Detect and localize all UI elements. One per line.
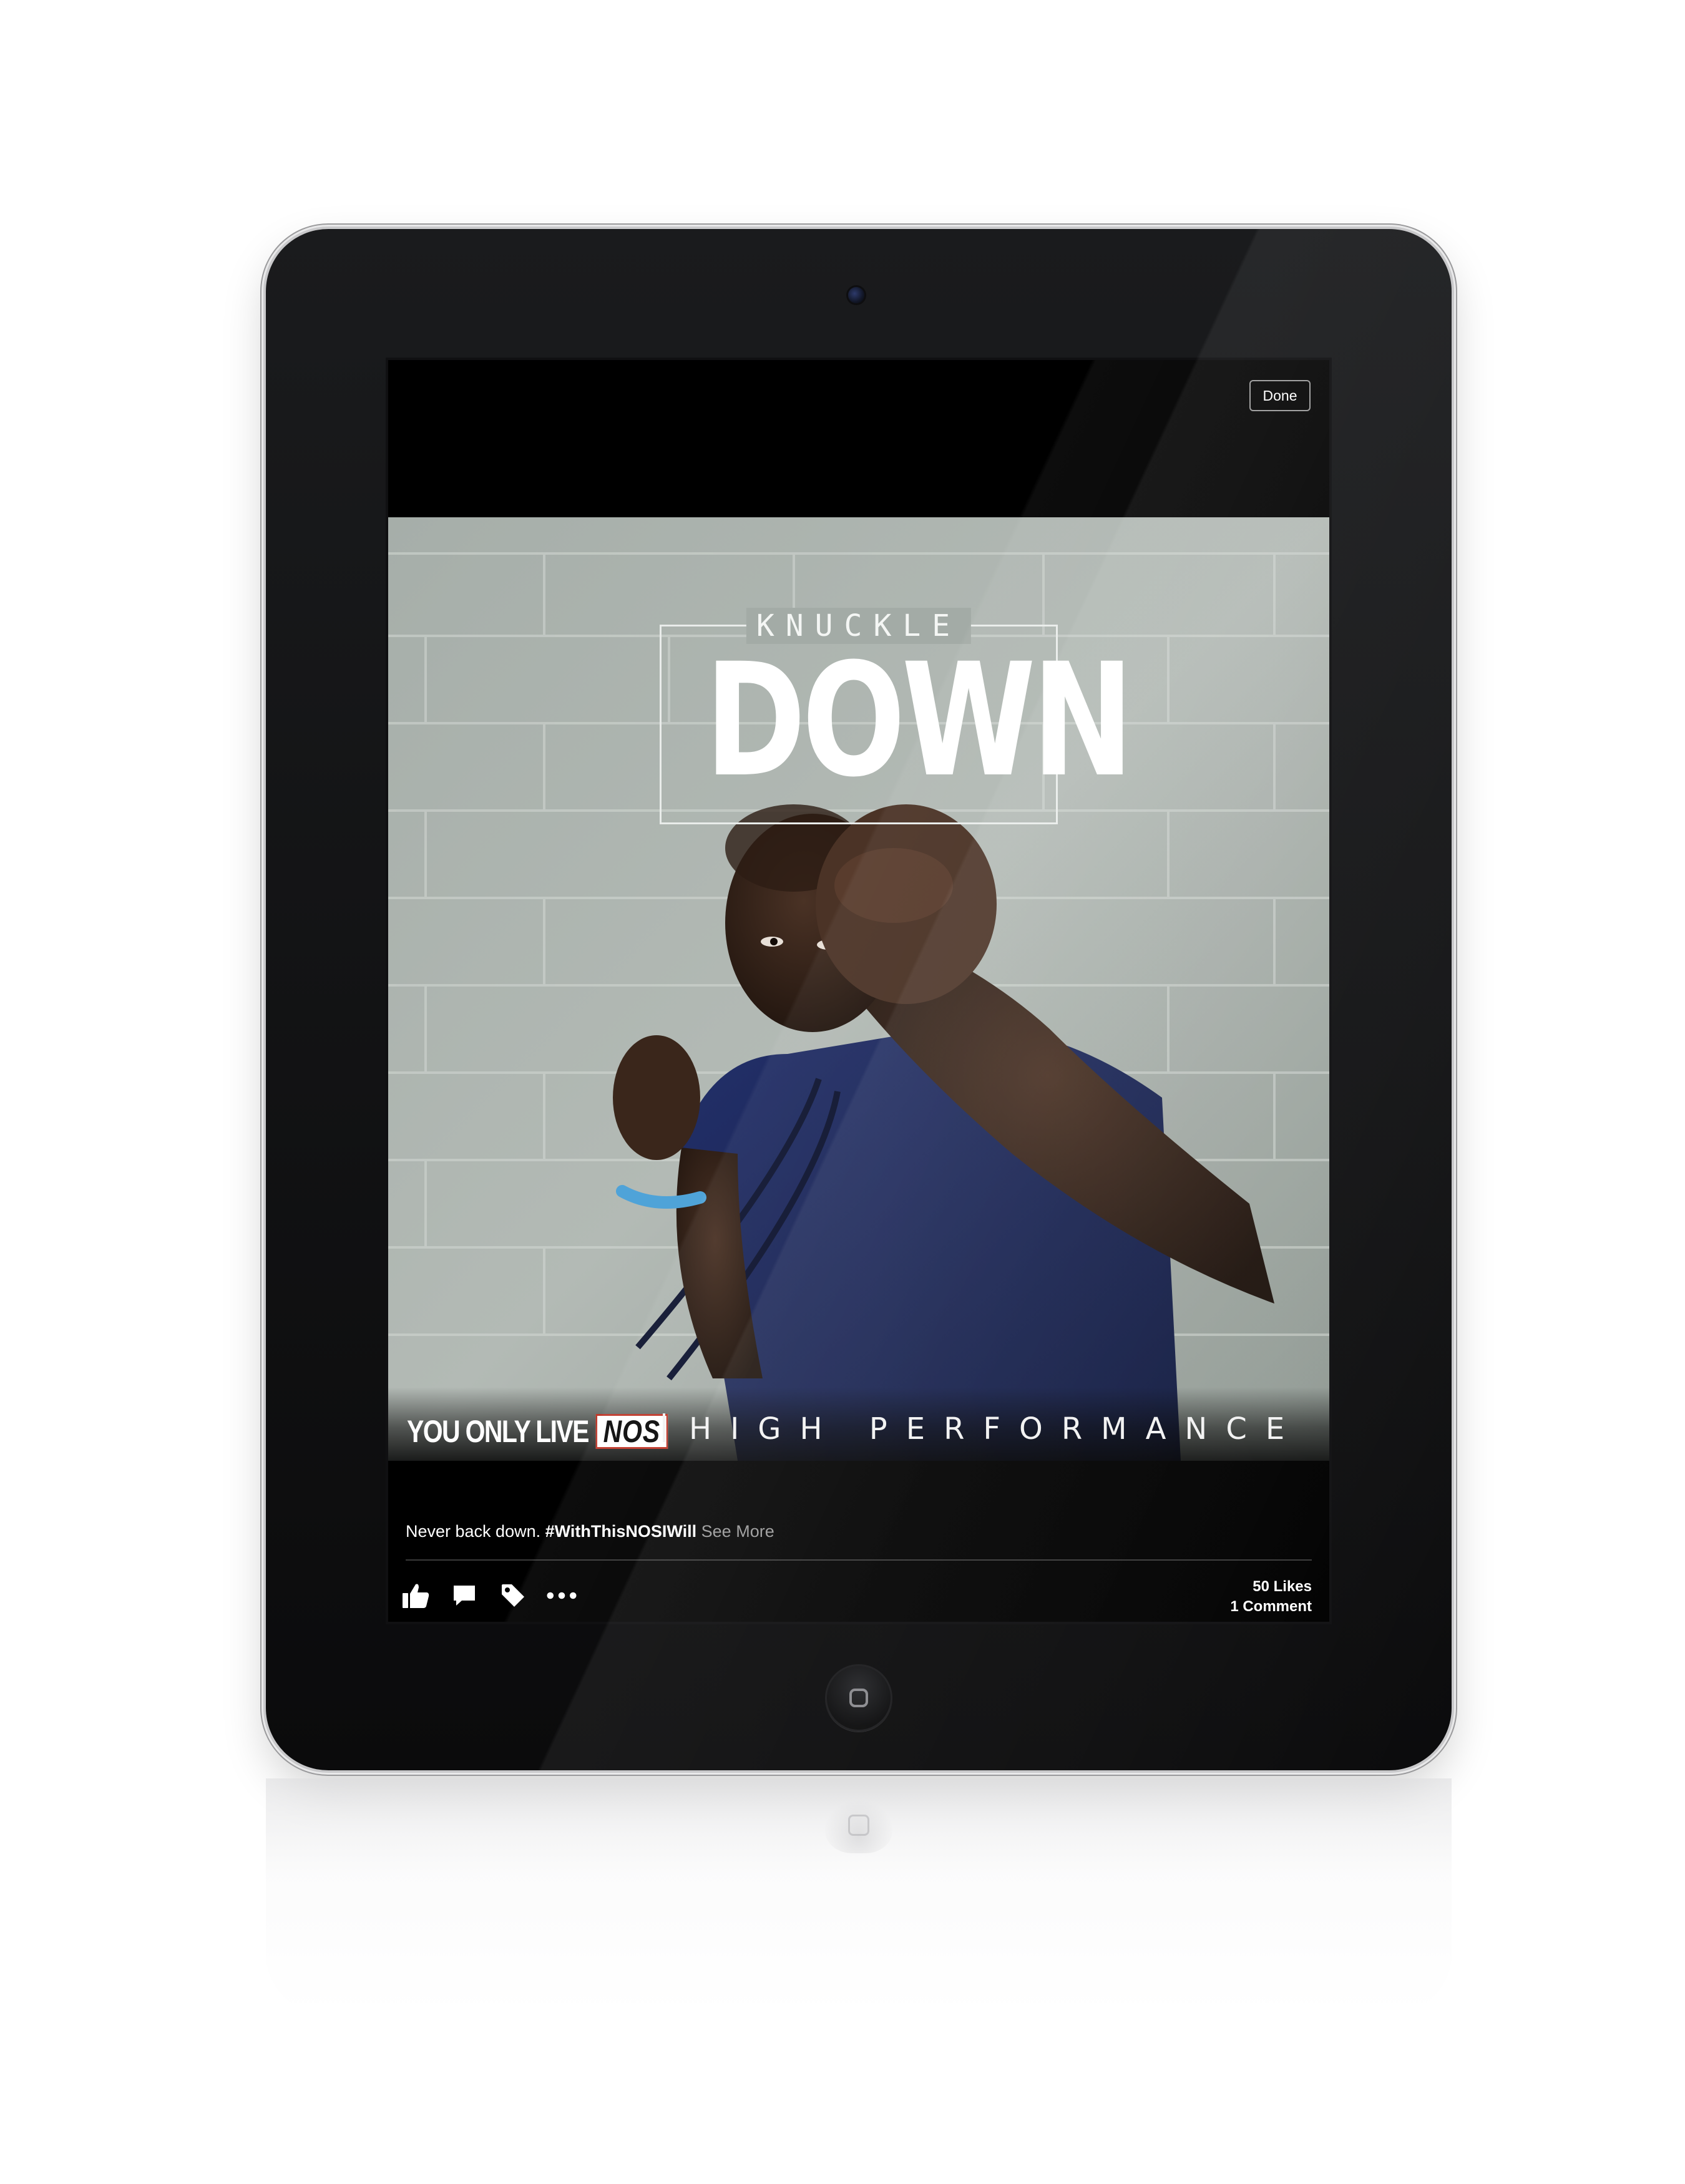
like-icon[interactable] [401,1581,431,1611]
reflection-home-square-icon [848,1815,869,1836]
tag-icon[interactable] [498,1581,528,1611]
headline-large: DOWN [705,630,1134,811]
post-caption: Never back down. #WithThisNOSIWill See M… [406,1522,774,1541]
tagline-sub: HIGH PERFORMANCE ENERGY [689,1411,1329,1446]
reflection-home-button [825,1797,892,1853]
caption-divider [406,1559,1312,1561]
engagement-counts: 50 Likes 1 Comment [1230,1577,1312,1617]
front-camera [848,287,864,303]
comment-icon[interactable] [449,1581,479,1611]
action-bar [401,1577,577,1614]
home-button[interactable] [825,1664,892,1732]
nos-logo: NOS [595,1414,668,1449]
more-icon[interactable] [547,1581,577,1611]
brand-tagline-text: YOU ONLY LIVE [407,1414,589,1449]
done-button[interactable]: Done [1249,380,1311,411]
post-photo[interactable]: KNUCKLE DOWN YOU ONLY LIVE NOS HIGH PERF… [388,517,1329,1461]
device-reflection [266,1778,1452,2016]
see-more-link[interactable]: See More [701,1522,774,1541]
home-square-icon [849,1689,868,1707]
page: Done KNUCKLE DOWN YOU ONLY LIVE NOS HIGH… [0,0,1685,2184]
ipad-device: Done KNUCKLE DOWN YOU ONLY LIVE NOS HIGH… [266,229,1452,1770]
caption-text: Never back down. [406,1522,541,1541]
tagline-bar: YOU ONLY LIVE NOS HIGH PERFORMANCE ENERG… [388,1387,1329,1461]
hashtag-link[interactable]: #WithThisNOSIWill [545,1522,697,1541]
brand-tagline: YOU ONLY LIVE NOS [407,1413,668,1450]
comments-count[interactable]: 1 Comment [1230,1597,1312,1617]
screen: Done KNUCKLE DOWN YOU ONLY LIVE NOS HIGH… [388,360,1329,1622]
tagline-divider [663,1413,665,1442]
top-bar: Done [388,360,1329,517]
headline-frame: KNUCKLE DOWN [660,608,1134,824]
likes-count[interactable]: 50 Likes [1230,1577,1312,1597]
